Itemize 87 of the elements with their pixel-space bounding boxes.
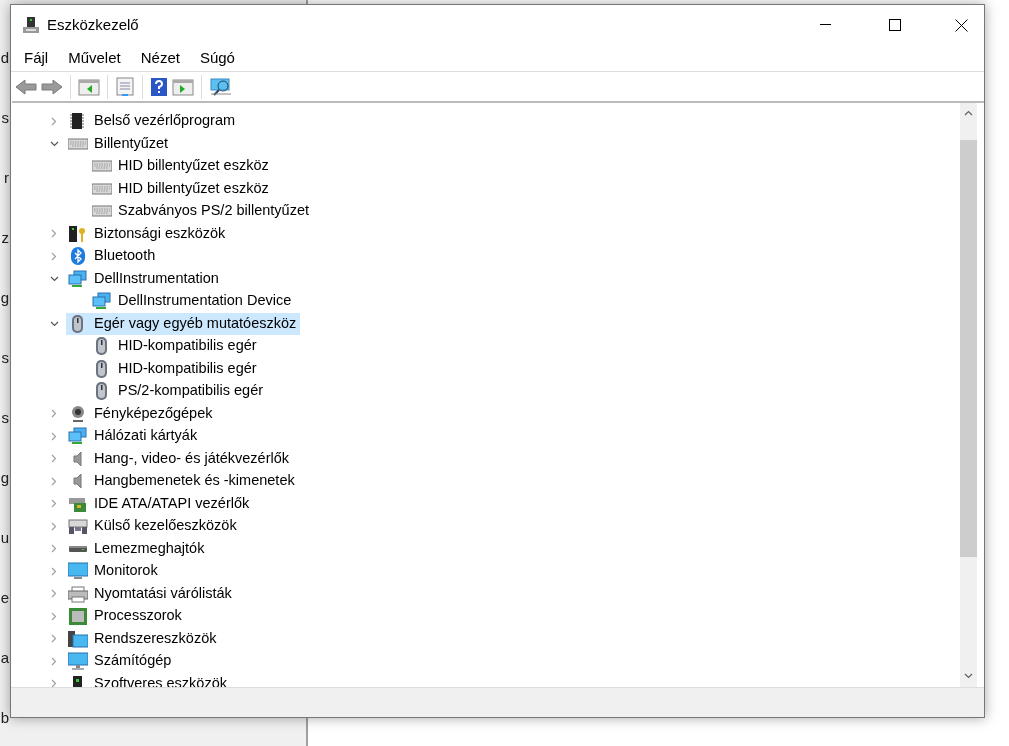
expand-chevron-icon[interactable] (51, 229, 57, 239)
printer-icon (68, 584, 88, 603)
back-arrow-icon[interactable] (15, 77, 37, 96)
expand-chevron-icon[interactable] (51, 431, 57, 441)
tree-item[interactable]: Hang-, video- és játékvezérlők (66, 447, 294, 470)
tree-item[interactable]: Monitorok (66, 560, 162, 583)
background-text: d (0, 47, 9, 68)
key-device-icon (68, 224, 88, 243)
menu-item[interactable]: Nézet (130, 46, 190, 70)
tree-item[interactable]: DellInstrumentation Device (90, 290, 296, 313)
tree-item[interactable]: Biztonsági eszközök (66, 222, 230, 245)
tree-item[interactable]: Számítógép (66, 650, 176, 673)
network-monitors-icon (68, 269, 88, 288)
expand-chevron-icon[interactable] (51, 611, 57, 621)
menu-item[interactable]: Művelet (58, 46, 131, 70)
scrollbar[interactable] (960, 103, 977, 687)
tree-item[interactable]: HID-kompatibilis egér (90, 357, 261, 380)
tree-item[interactable]: IDE ATA/ATAPI vezérlők (66, 492, 254, 515)
system-devices-icon (68, 629, 88, 648)
tree-item[interactable]: HID billentyűzet eszköz (90, 155, 273, 178)
tree-item[interactable]: Hangbemenetek és -kimenetek (66, 470, 299, 493)
tree-item[interactable]: Külső kezelőeszközök (66, 515, 241, 538)
background-text: g (0, 467, 9, 488)
tree-item[interactable]: HID billentyűzet eszköz (90, 177, 273, 200)
tree-item[interactable]: Processzorok (66, 605, 186, 628)
background-text: r (4, 167, 9, 188)
expand-chevron-icon[interactable] (51, 634, 57, 644)
computer-icon (68, 652, 88, 671)
properties-icon[interactable] (115, 76, 135, 97)
tree-item[interactable]: DellInstrumentation (66, 267, 223, 290)
background-text: s (1, 107, 9, 128)
tree-item[interactable]: Lemezmeghajtók (66, 537, 209, 560)
expand-chevron-icon[interactable] (51, 521, 57, 531)
tree-item[interactable]: Rendszereszközök (66, 627, 221, 650)
background-text: s (1, 407, 9, 428)
collapse-chevron-icon[interactable] (49, 320, 59, 327)
scroll-up-icon[interactable] (964, 110, 973, 116)
maximize-icon (889, 19, 901, 31)
tree-item[interactable]: Hálózati kártyák (66, 425, 202, 448)
tree-item[interactable]: Szabványos PS/2 billentyűzet (90, 200, 314, 223)
expand-chevron-icon[interactable] (51, 589, 57, 599)
monitor-icon (68, 562, 88, 581)
expand-chevron-icon[interactable] (51, 499, 57, 509)
processor-chip-icon (68, 607, 88, 626)
network-monitors-icon (68, 427, 88, 446)
forward-arrow-icon[interactable] (41, 77, 63, 96)
action-pane-icon[interactable] (172, 77, 194, 96)
minimize-icon (819, 24, 831, 26)
input-device-icon (68, 517, 88, 536)
scroll-down-icon[interactable] (964, 673, 973, 679)
bluetooth-icon (68, 247, 88, 266)
expand-chevron-icon[interactable] (51, 116, 57, 126)
expand-chevron-icon[interactable] (51, 566, 57, 576)
menu-item[interactable]: Súgó (189, 46, 245, 70)
collapse-chevron-icon[interactable] (49, 275, 59, 282)
expand-chevron-icon[interactable] (51, 656, 57, 666)
expand-chevron-icon[interactable] (51, 409, 57, 419)
help-icon[interactable] (150, 76, 168, 97)
background-text: b (0, 707, 9, 728)
tree-item[interactable]: PS/2-kompatibilis egér (90, 380, 268, 403)
network-monitors-icon (92, 292, 112, 311)
scrollbar-thumb[interactable] (960, 140, 977, 557)
expand-chevron-icon[interactable] (51, 476, 57, 486)
close-icon (954, 18, 968, 32)
tree-item[interactable]: Belső vezérlőprogram (66, 110, 240, 133)
menu-item[interactable]: Fájl (14, 46, 59, 70)
tree-item[interactable]: Nyomtatási várólisták (66, 582, 236, 605)
expand-chevron-icon[interactable] (51, 544, 57, 554)
background-text: g (0, 287, 9, 308)
tree-item[interactable]: HID-kompatibilis egér (90, 335, 261, 358)
device-manager-icon (22, 16, 40, 34)
background-text: u (0, 527, 9, 548)
collapse-chevron-icon[interactable] (49, 140, 59, 147)
monitor-scan-icon[interactable] (209, 76, 233, 97)
expand-chevron-icon[interactable] (51, 454, 57, 464)
tree-item[interactable]: Fényképezőgépek (66, 402, 217, 425)
console-tree-icon[interactable] (78, 77, 100, 96)
expand-chevron-icon[interactable] (51, 251, 57, 261)
tree-item[interactable]: Bluetooth (66, 245, 160, 268)
tree-item[interactable]: Billentyűzet (66, 132, 173, 155)
disk-drive-icon (68, 544, 88, 553)
window-title: Eszközkezelő (47, 14, 139, 35)
background-text: s (1, 347, 9, 368)
background-text: z (1, 227, 9, 248)
background-text: a (0, 647, 9, 668)
background-text: e (0, 587, 9, 608)
tree-item[interactable]: Egér vagy egyéb mutatóeszköz (66, 312, 301, 335)
